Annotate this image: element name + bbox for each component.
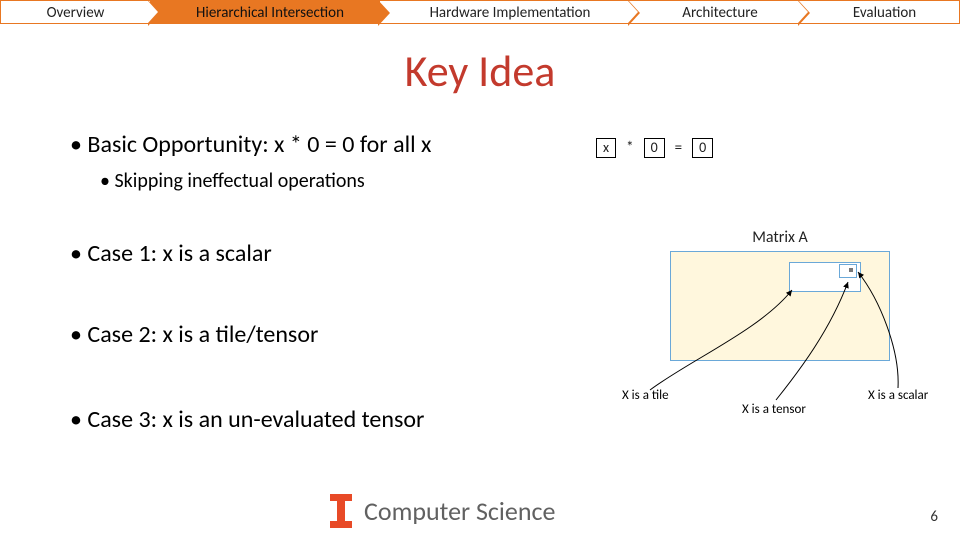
bullet-basic-opportunity: Basic Opportunity: x * 0 = 0 for all x	[70, 130, 890, 159]
footer-dept-text: Computer Science	[364, 495, 555, 527]
matrix-a-label: Matrix A	[670, 228, 890, 247]
annotation-x-scalar: X is a scalar	[868, 388, 928, 403]
breadcrumb-nav: Overview Hierarchical Intersection Hardw…	[0, 0, 960, 26]
eq-times: *	[626, 139, 633, 157]
illinois-i-icon	[330, 494, 352, 528]
equation: x * 0 = 0	[596, 138, 713, 158]
nav-evaluation[interactable]: Evaluation	[800, 0, 960, 24]
page-number: 6	[930, 508, 938, 526]
bullet-skipping-ops: Skipping ineffectual operations	[100, 169, 890, 193]
tensor-rect	[839, 264, 857, 278]
scalar-dot	[849, 268, 853, 272]
eq-equals: =	[675, 139, 682, 157]
nav-hierarchical-intersection[interactable]: Hierarchical Intersection	[150, 0, 380, 24]
matrix-a-rect	[670, 251, 890, 361]
annotation-x-tile: X is a tile	[622, 388, 669, 403]
slide-title: Key Idea	[0, 44, 960, 98]
eq-zero-left: 0	[644, 138, 665, 158]
eq-zero-right: 0	[692, 138, 713, 158]
annotation-x-tensor: X is a tensor	[742, 402, 806, 417]
nav-hardware-implementation[interactable]: Hardware Implementation	[380, 0, 630, 24]
matrix-a-diagram: Matrix A	[670, 228, 890, 361]
eq-x-box: x	[596, 138, 616, 158]
slide: Overview Hierarchical Intersection Hardw…	[0, 0, 960, 540]
nav-architecture[interactable]: Architecture	[630, 0, 800, 24]
footer-logo: Computer Science	[330, 494, 555, 528]
nav-overview[interactable]: Overview	[0, 0, 150, 24]
